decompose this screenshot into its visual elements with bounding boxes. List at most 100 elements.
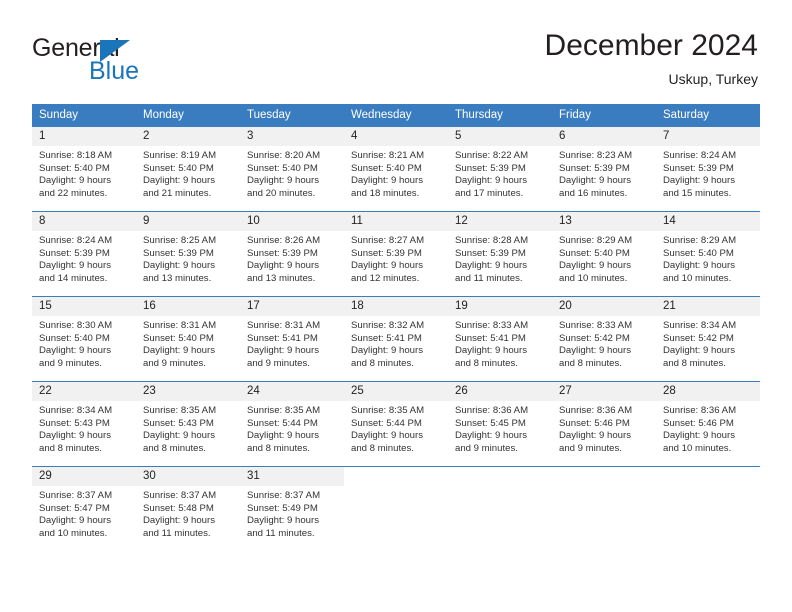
calendar-day-cell[interactable]: 20 Sunrise: 8:33 AM Sunset: 5:42 PM Dayl… [552, 296, 656, 382]
day-number: 19 [448, 297, 552, 316]
day-number [552, 467, 656, 486]
calendar-day-cell[interactable]: 24 Sunrise: 8:35 AM Sunset: 5:44 PM Dayl… [240, 381, 344, 467]
calendar-day-cell[interactable]: 15 Sunrise: 8:30 AM Sunset: 5:40 PM Dayl… [32, 296, 136, 382]
daylight-text-line2: and 10 minutes. [39, 527, 108, 539]
daylight-text-line1: Daylight: 9 hours [351, 260, 423, 272]
calendar-header-row: Sunday Monday Tuesday Wednesday Thursday… [32, 104, 760, 127]
daylight-text-line2: and 11 minutes. [455, 272, 523, 284]
daylight-text-line1: Daylight: 9 hours [143, 175, 215, 187]
daylight-text-line1: Daylight: 9 hours [455, 430, 527, 442]
daylight-text-line1: Daylight: 9 hours [559, 430, 631, 442]
day-number: 20 [552, 297, 656, 316]
sunset-text: Sunset: 5:44 PM [247, 417, 318, 429]
calendar-day-cell[interactable]: 27 Sunrise: 8:36 AM Sunset: 5:46 PM Dayl… [552, 381, 656, 467]
calendar-day-cell[interactable]: 29 Sunrise: 8:37 AM Sunset: 5:47 PM Dayl… [32, 466, 136, 551]
calendar-day-cell[interactable]: 19 Sunrise: 8:33 AM Sunset: 5:41 PM Dayl… [448, 296, 552, 382]
day-details: Sunrise: 8:27 AM Sunset: 5:39 PM Dayligh… [344, 231, 448, 285]
day-details: Sunrise: 8:36 AM Sunset: 5:46 PM Dayligh… [656, 401, 760, 455]
day-details: Sunrise: 8:25 AM Sunset: 5:39 PM Dayligh… [136, 231, 240, 285]
day-details: Sunrise: 8:23 AM Sunset: 5:39 PM Dayligh… [552, 146, 656, 200]
day-number: 4 [344, 127, 448, 146]
day-number: 13 [552, 212, 656, 231]
day-number: 1 [32, 127, 136, 146]
calendar-day-cell[interactable]: 9 Sunrise: 8:25 AM Sunset: 5:39 PM Dayli… [136, 211, 240, 297]
daylight-text-line1: Daylight: 9 hours [455, 260, 527, 272]
calendar-day-cell[interactable]: 8 Sunrise: 8:24 AM Sunset: 5:39 PM Dayli… [32, 211, 136, 297]
daylight-text-line2: and 9 minutes. [455, 442, 518, 454]
calendar-day-cell[interactable]: 1 Sunrise: 8:18 AM Sunset: 5:40 PM Dayli… [32, 126, 136, 212]
calendar-day-cell[interactable]: 2 Sunrise: 8:19 AM Sunset: 5:40 PM Dayli… [136, 126, 240, 212]
daylight-text-line1: Daylight: 9 hours [39, 260, 111, 272]
day-details: Sunrise: 8:30 AM Sunset: 5:40 PM Dayligh… [32, 316, 136, 370]
calendar-day-cell[interactable]: 30 Sunrise: 8:37 AM Sunset: 5:48 PM Dayl… [136, 466, 240, 551]
daylight-text-line1: Daylight: 9 hours [351, 430, 423, 442]
day-number: 7 [656, 127, 760, 146]
day-number: 25 [344, 382, 448, 401]
daylight-text-line1: Daylight: 9 hours [247, 260, 319, 272]
sunset-text: Sunset: 5:39 PM [351, 247, 422, 259]
calendar-day-cell[interactable]: 23 Sunrise: 8:35 AM Sunset: 5:43 PM Dayl… [136, 381, 240, 467]
sunset-text: Sunset: 5:40 PM [663, 247, 734, 259]
daylight-text-line1: Daylight: 9 hours [559, 175, 631, 187]
day-number: 24 [240, 382, 344, 401]
calendar-body: 1 Sunrise: 8:18 AM Sunset: 5:40 PM Dayli… [32, 126, 760, 551]
calendar-day-cell[interactable]: 3 Sunrise: 8:20 AM Sunset: 5:40 PM Dayli… [240, 126, 344, 212]
sunrise-text: Sunrise: 8:29 AM [559, 235, 633, 246]
calendar-day-cell[interactable]: 21 Sunrise: 8:34 AM Sunset: 5:42 PM Dayl… [656, 296, 760, 382]
daylight-text-line1: Daylight: 9 hours [559, 345, 631, 357]
calendar-day-cell-empty [656, 466, 760, 551]
sunset-text: Sunset: 5:47 PM [39, 502, 110, 514]
calendar-day-cell[interactable]: 14 Sunrise: 8:29 AM Sunset: 5:40 PM Dayl… [656, 211, 760, 297]
day-number [656, 467, 760, 486]
sunset-text: Sunset: 5:39 PM [247, 247, 318, 259]
calendar-day-cell[interactable]: 5 Sunrise: 8:22 AM Sunset: 5:39 PM Dayli… [448, 126, 552, 212]
day-details: Sunrise: 8:34 AM Sunset: 5:43 PM Dayligh… [32, 401, 136, 455]
calendar-day-cell[interactable]: 6 Sunrise: 8:23 AM Sunset: 5:39 PM Dayli… [552, 126, 656, 212]
daylight-text-line1: Daylight: 9 hours [39, 515, 111, 527]
day-details: Sunrise: 8:29 AM Sunset: 5:40 PM Dayligh… [552, 231, 656, 285]
sunrise-text: Sunrise: 8:19 AM [143, 150, 217, 161]
sunset-text: Sunset: 5:39 PM [39, 247, 110, 259]
day-details: Sunrise: 8:33 AM Sunset: 5:41 PM Dayligh… [448, 316, 552, 370]
calendar-day-cell[interactable]: 18 Sunrise: 8:32 AM Sunset: 5:41 PM Dayl… [344, 296, 448, 382]
calendar-day-cell[interactable]: 12 Sunrise: 8:28 AM Sunset: 5:39 PM Dayl… [448, 211, 552, 297]
sunrise-text: Sunrise: 8:33 AM [559, 320, 633, 331]
sunrise-text: Sunrise: 8:31 AM [143, 320, 217, 331]
daylight-text-line1: Daylight: 9 hours [143, 345, 215, 357]
daylight-text-line1: Daylight: 9 hours [351, 345, 423, 357]
calendar-day-cell[interactable]: 10 Sunrise: 8:26 AM Sunset: 5:39 PM Dayl… [240, 211, 344, 297]
daylight-text-line2: and 8 minutes. [351, 442, 414, 454]
calendar-day-cell[interactable]: 11 Sunrise: 8:27 AM Sunset: 5:39 PM Dayl… [344, 211, 448, 297]
calendar-day-cell[interactable]: 16 Sunrise: 8:31 AM Sunset: 5:40 PM Dayl… [136, 296, 240, 382]
sunset-text: Sunset: 5:45 PM [455, 417, 526, 429]
daylight-text-line1: Daylight: 9 hours [143, 515, 215, 527]
sunrise-text: Sunrise: 8:37 AM [143, 490, 217, 501]
daylight-text-line1: Daylight: 9 hours [663, 175, 735, 187]
daylight-text-line1: Daylight: 9 hours [247, 515, 319, 527]
calendar-day-cell[interactable]: 4 Sunrise: 8:21 AM Sunset: 5:40 PM Dayli… [344, 126, 448, 212]
calendar-day-cell[interactable]: 22 Sunrise: 8:34 AM Sunset: 5:43 PM Dayl… [32, 381, 136, 467]
sunset-text: Sunset: 5:46 PM [559, 417, 630, 429]
calendar-day-cell[interactable]: 28 Sunrise: 8:36 AM Sunset: 5:46 PM Dayl… [656, 381, 760, 467]
sunrise-text: Sunrise: 8:37 AM [39, 490, 113, 501]
daylight-text-line2: and 9 minutes. [39, 357, 102, 369]
calendar-day-cell[interactable]: 13 Sunrise: 8:29 AM Sunset: 5:40 PM Dayl… [552, 211, 656, 297]
calendar-day-cell[interactable]: 26 Sunrise: 8:36 AM Sunset: 5:45 PM Dayl… [448, 381, 552, 467]
daylight-text-line2: and 8 minutes. [351, 357, 414, 369]
day-details: Sunrise: 8:24 AM Sunset: 5:39 PM Dayligh… [656, 146, 760, 200]
sunrise-text: Sunrise: 8:36 AM [455, 405, 529, 416]
weekday-header-tuesday: Tuesday [240, 104, 344, 127]
day-details: Sunrise: 8:24 AM Sunset: 5:39 PM Dayligh… [32, 231, 136, 285]
daylight-text-line2: and 12 minutes. [351, 272, 420, 284]
calendar-day-cell[interactable]: 7 Sunrise: 8:24 AM Sunset: 5:39 PM Dayli… [656, 126, 760, 212]
daylight-text-line1: Daylight: 9 hours [39, 345, 111, 357]
day-details: Sunrise: 8:35 AM Sunset: 5:44 PM Dayligh… [240, 401, 344, 455]
calendar-day-cell[interactable]: 31 Sunrise: 8:37 AM Sunset: 5:49 PM Dayl… [240, 466, 344, 551]
calendar-day-cell[interactable]: 25 Sunrise: 8:35 AM Sunset: 5:44 PM Dayl… [344, 381, 448, 467]
general-blue-logo[interactable]: General Blue [32, 34, 232, 86]
calendar-day-cell[interactable]: 17 Sunrise: 8:31 AM Sunset: 5:41 PM Dayl… [240, 296, 344, 382]
sunrise-text: Sunrise: 8:30 AM [39, 320, 113, 331]
day-details: Sunrise: 8:20 AM Sunset: 5:40 PM Dayligh… [240, 146, 344, 200]
daylight-text-line2: and 18 minutes. [351, 187, 420, 199]
daylight-text-line2: and 9 minutes. [247, 357, 310, 369]
